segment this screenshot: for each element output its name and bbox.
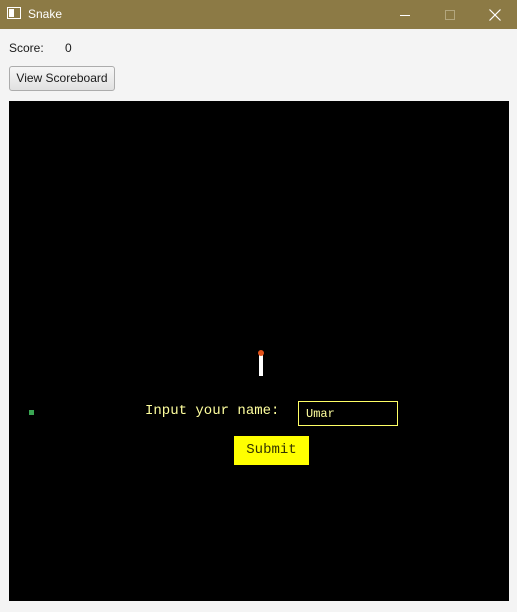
minimize-button[interactable] bbox=[382, 0, 428, 29]
view-scoreboard-button[interactable]: View Scoreboard bbox=[9, 66, 115, 91]
food-pellet bbox=[29, 410, 34, 415]
window-title: Snake bbox=[28, 7, 63, 21]
maximize-icon bbox=[445, 9, 455, 20]
score-value: 0 bbox=[65, 41, 72, 55]
app-window-icon bbox=[7, 7, 21, 19]
snake-body bbox=[259, 355, 263, 376]
minimize-icon bbox=[400, 14, 410, 16]
submit-button[interactable]: Submit bbox=[234, 436, 309, 465]
name-input[interactable] bbox=[298, 401, 398, 426]
score-label: Score: bbox=[9, 41, 44, 55]
maximize-button[interactable] bbox=[427, 0, 473, 29]
close-button[interactable] bbox=[472, 0, 517, 29]
close-icon bbox=[489, 8, 501, 21]
name-prompt-label: Input your name: bbox=[145, 403, 280, 419]
snake-window: Snake Score: 0 View Scoreboard Input you… bbox=[0, 0, 517, 612]
snake-head bbox=[258, 350, 264, 356]
title-bar: Snake bbox=[0, 0, 517, 29]
game-canvas[interactable]: Input your name: Submit bbox=[9, 101, 509, 601]
